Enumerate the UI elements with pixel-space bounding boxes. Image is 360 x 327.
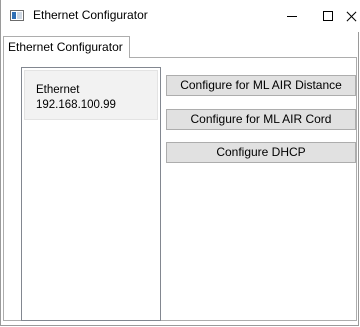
close-button[interactable] — [341, 0, 360, 32]
list-item-adapter[interactable]: Ethernet 192.168.100.99 — [24, 70, 158, 120]
adapter-name: Ethernet — [36, 84, 80, 96]
adapter-list[interactable]: Ethernet 192.168.100.99 — [21, 67, 161, 321]
configure-distance-button[interactable]: Configure for ML AIR Distance — [166, 75, 356, 96]
main-window: Ethernet Configurator Ethernet Configura… — [0, 0, 360, 326]
tab-strip: Ethernet Configurator — [1, 32, 360, 58]
configure-dhcp-button[interactable]: Configure DHCP — [166, 142, 356, 163]
title-bar[interactable]: Ethernet Configurator — [1, 0, 360, 32]
tab-ethernet-configurator[interactable]: Ethernet Configurator — [3, 36, 130, 58]
maximize-button[interactable] — [320, 0, 336, 32]
window-title: Ethernet Configurator — [33, 8, 148, 22]
minimize-button[interactable] — [269, 0, 315, 32]
app-window-icon — [10, 10, 24, 21]
minimize-icon — [287, 15, 297, 17]
adapter-address: 192.168.100.99 — [36, 99, 116, 111]
maximize-icon — [323, 11, 333, 21]
configure-cord-button[interactable]: Configure for ML AIR Cord — [166, 109, 356, 130]
close-icon — [346, 11, 357, 22]
